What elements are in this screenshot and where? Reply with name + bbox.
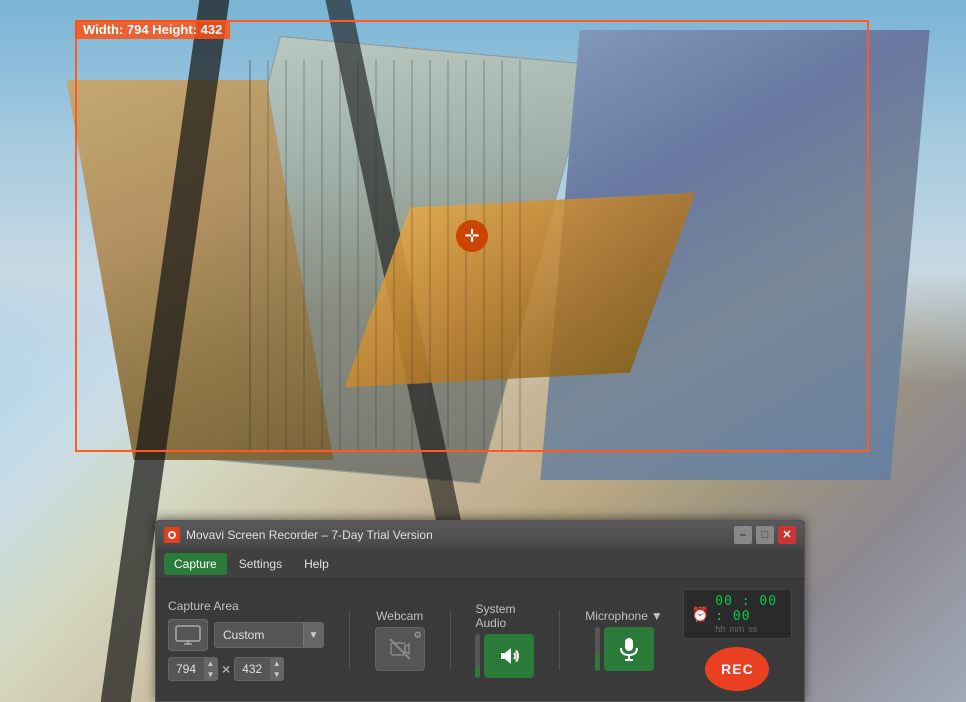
capture-area-label: Capture Area [168,599,324,613]
menu-help[interactable]: Help [294,553,339,575]
timer-hh: hh [715,624,725,634]
dropdown-arrow-icon[interactable]: ▼ [303,623,323,647]
height-down-button[interactable]: ▼ [270,669,283,680]
speaker-icon [497,644,521,668]
system-audio-label: System Audio [475,602,534,630]
recorder-panel: Movavi Screen Recorder – 7-Day Trial Ver… [155,520,805,702]
timer-display: 00 : 00 : 00 [715,594,783,624]
microphone-slider-fill [595,653,600,671]
timer-rec-section: ⏰ 00 : 00 : 00 hh mm ss REC [683,589,792,691]
timer-display-group: 00 : 00 : 00 hh mm ss [715,594,783,634]
webcam-section: Webcam ⚙ [375,609,425,671]
divider-1 [349,610,350,670]
height-input-wrap: ▲ ▼ [234,657,284,681]
screen-icon [175,625,201,645]
gear-icon: ⚙ [414,630,422,641]
timer-units: hh mm ss [715,624,783,634]
menu-bar: Capture Settings Help [156,549,804,579]
move-arrows: ✛ [464,227,479,245]
clock-icon: ⏰ [692,606,709,623]
microphone-controls [595,627,654,671]
microphone-icon [618,637,640,661]
microphone-dropdown-arrow: ▼ [651,609,663,623]
dimension-controls: ▲ ▼ × ▲ ▼ [168,657,324,681]
menu-settings[interactable]: Settings [229,553,292,575]
microphone-section: Microphone ▼ [585,609,663,671]
preset-dropdown-value: Custom [215,628,303,642]
rec-button[interactable]: REC [705,647,769,691]
timer-ss: ss [748,624,757,634]
title-bar-text: Movavi Screen Recorder – 7-Day Trial Ver… [186,528,734,542]
title-bar-controls: – □ ✕ [734,526,796,544]
system-audio-section: System Audio [475,602,534,678]
preset-dropdown[interactable]: Custom ▼ [214,622,324,648]
maximize-button[interactable]: □ [756,526,774,544]
microphone-slider[interactable] [595,627,600,671]
height-spinners: ▲ ▼ [270,658,283,680]
height-up-button[interactable]: ▲ [270,658,283,669]
webcam-icon [389,638,411,660]
system-audio-button[interactable] [484,634,534,678]
content-area: Capture Area Custom ▼ [156,579,804,701]
app-icon [164,527,180,543]
system-audio-slider-fill [475,665,480,678]
width-input-wrap: ▲ ▼ [168,657,218,681]
timer-box: ⏰ 00 : 00 : 00 hh mm ss [683,589,792,639]
minimize-button[interactable]: – [734,526,752,544]
microphone-label-row[interactable]: Microphone ▼ [585,609,663,623]
divider-2 [450,610,451,670]
width-spinners: ▲ ▼ [204,658,217,680]
title-bar: Movavi Screen Recorder – 7-Day Trial Ver… [156,521,804,549]
microphone-label: Microphone [585,609,648,623]
webcam-label: Webcam [376,609,423,623]
system-audio-slider[interactable] [475,634,480,678]
system-audio-controls [475,634,534,678]
close-button[interactable]: ✕ [778,526,796,544]
divider-3 [559,610,560,670]
size-label: Width: 794 Height: 432 [75,20,230,39]
building-lines-svg [240,60,530,450]
width-down-button[interactable]: ▼ [204,669,217,680]
microphone-button[interactable] [604,627,654,671]
capture-controls: Custom ▼ [168,619,324,651]
capture-area-section: Capture Area Custom ▼ [168,599,324,681]
width-up-button[interactable]: ▲ [204,658,217,669]
screen-select-button[interactable] [168,619,208,651]
menu-capture[interactable]: Capture [164,553,227,575]
webcam-button[interactable]: ⚙ [375,627,425,671]
timer-mm: mm [729,624,744,634]
move-cursor-icon: ✛ [454,218,490,254]
dimension-separator: × [222,661,230,677]
